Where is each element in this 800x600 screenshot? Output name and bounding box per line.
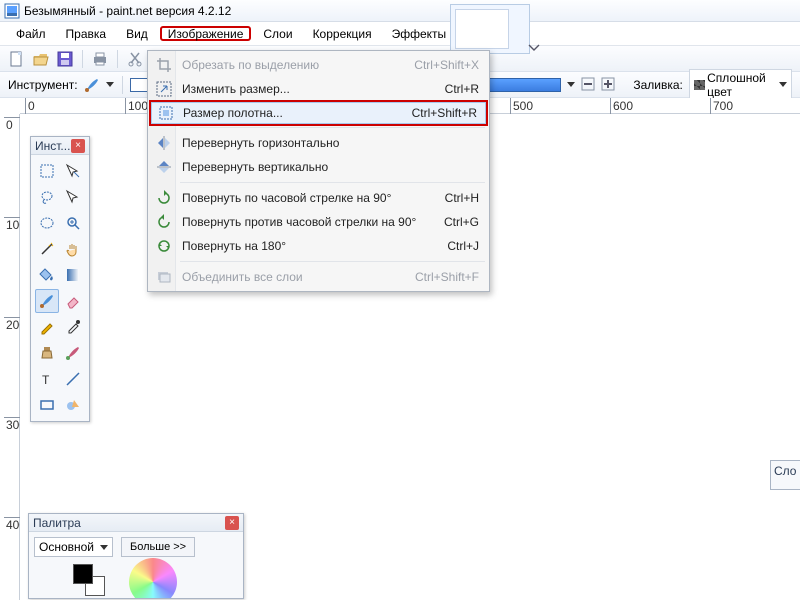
resize-icon [155,80,173,98]
rect-select-tool[interactable] [35,159,59,183]
print-icon[interactable] [91,50,109,68]
image-menu-dropdown: Обрезать по выделению Ctrl+Shift+X Измен… [147,50,490,292]
fill-value: Сплошной цвет [707,71,777,99]
line-tool[interactable] [61,367,85,391]
zoom-tool[interactable] [61,211,85,235]
move-selection-tool[interactable] [61,159,85,183]
color-wheel[interactable] [129,558,177,599]
canvas-size-icon [157,104,175,122]
magic-wand-tool[interactable] [35,237,59,261]
ellipse-select-tool[interactable] [35,211,59,235]
rotate-180-icon [155,237,173,255]
move-tool[interactable] [61,185,85,209]
eraser-tool[interactable] [61,289,85,313]
rectangle-tool[interactable] [35,393,59,417]
menu-rotate-cw[interactable]: Повернуть по часовой стрелке на 90° Ctrl… [150,186,487,210]
menu-rotate-ccw[interactable]: Повернуть против часовой стрелки на 90° … [150,210,487,234]
pencil-tool[interactable] [35,315,59,339]
primary-color-swatch[interactable] [73,564,93,584]
layers-panel[interactable]: Сло [770,460,800,490]
open-file-icon[interactable] [32,50,50,68]
pan-tool[interactable] [61,237,85,261]
color-swatches[interactable] [73,564,105,596]
menu-flatten: Объединить все слои Ctrl+Shift+F [150,265,487,289]
colors-panel[interactable]: Палитра × Основной Больше >> [28,513,244,599]
rotate-ccw-icon [155,213,173,231]
new-file-icon[interactable] [8,50,26,68]
thumb-expand-icon[interactable] [528,42,542,56]
fill-label: Заливка: [633,78,683,92]
flatten-icon [155,268,173,286]
menu-file[interactable]: Файл [8,26,54,41]
rotate-cw-icon [155,189,173,207]
tool-dropdown-icon[interactable] [106,82,114,87]
shapes-tool[interactable] [61,393,85,417]
text-tool[interactable]: T [35,367,59,391]
decrease-width-icon[interactable] [581,77,595,93]
cut-icon[interactable] [126,50,144,68]
menu-image[interactable]: Изображение [160,26,252,41]
fill-dropdown-icon [779,82,787,87]
save-icon[interactable] [56,50,74,68]
svg-text:T: T [42,373,50,387]
colors-panel-header[interactable]: Палитра × [29,514,243,532]
menu-resize[interactable]: Изменить размер... Ctrl+R [150,77,487,101]
clone-stamp-tool[interactable] [35,341,59,365]
close-icon[interactable]: × [225,516,239,530]
flip-vertical-icon [155,158,173,176]
chevron-down-icon [100,545,108,550]
tools-panel[interactable]: Инст... × T [30,136,90,422]
tool-label: Инструмент: [8,78,78,92]
window-title: Безымянный - paint.net версия 4.2.12 [24,4,231,18]
paintbrush-tool[interactable] [35,289,59,313]
flip-horizontal-icon [155,134,173,152]
menu-edit[interactable]: Правка [58,26,115,41]
increase-width-icon[interactable] [601,77,615,93]
menu-rotate-180[interactable]: Повернуть на 180° Ctrl+J [150,234,487,258]
menu-effects[interactable]: Эффекты [384,26,455,41]
menu-bar: Файл Правка Вид Изображение Слои Коррекц… [0,22,800,46]
fill-swatch-icon [694,80,705,90]
recolor-tool[interactable] [61,341,85,365]
menu-adjustments[interactable]: Коррекция [305,26,380,41]
fill-tool[interactable] [35,263,59,287]
brush-width-dropdown-icon[interactable] [567,82,575,87]
gradient-tool[interactable] [61,263,85,287]
menu-crop-to-selection: Обрезать по выделению Ctrl+Shift+X [150,53,487,77]
menu-flip-vertical[interactable]: Перевернуть вертикально [150,155,487,179]
more-button[interactable]: Больше >> [121,537,195,557]
color-picker-tool[interactable] [61,315,85,339]
menu-view[interactable]: Вид [118,26,156,41]
lasso-tool[interactable] [35,185,59,209]
menu-flip-horizontal[interactable]: Перевернуть горизонтально [150,131,487,155]
menu-layers[interactable]: Слои [255,26,300,41]
menu-canvas-size[interactable]: Размер полотна... Ctrl+Shift+R [151,102,486,124]
close-icon[interactable]: × [71,139,85,153]
fill-style-selector[interactable]: Сплошной цвет [689,69,792,101]
crop-icon [155,56,173,74]
app-icon [4,3,20,19]
tools-panel-header[interactable]: Инст... × [31,137,89,155]
vertical-ruler: 0 100 200 300 400 [4,114,20,600]
color-mode-selector[interactable]: Основной [34,537,113,557]
brush-tool-icon[interactable] [84,76,100,94]
title-bar: Безымянный - paint.net версия 4.2.12 [0,0,800,22]
document-thumbnail[interactable] [450,4,530,54]
